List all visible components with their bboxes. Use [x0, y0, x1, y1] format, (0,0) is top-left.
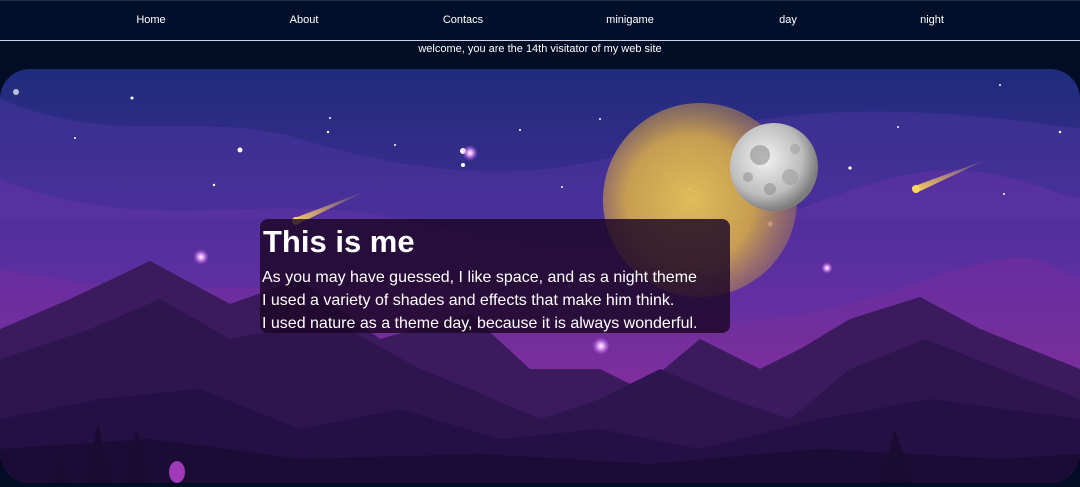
- intro-text-panel: This is me As you may have guessed, I li…: [260, 219, 730, 333]
- intro-line-2: I used a variety of shades and effects t…: [262, 292, 675, 309]
- moon-icon: [730, 123, 818, 211]
- intro-title: This is me: [263, 224, 415, 259]
- nav-minigame-link[interactable]: minigame: [606, 14, 654, 26]
- nav-about-link[interactable]: About: [290, 14, 319, 26]
- nav-home-link[interactable]: Home: [136, 14, 165, 26]
- welcome-message: welcome, you are the 14th visitator of m…: [418, 43, 662, 55]
- navbar: Home About Contacs minigame day night: [0, 0, 1080, 41]
- intro-line-1: As you may have guessed, I like space, a…: [262, 269, 697, 286]
- page-bottom-edge: [0, 483, 1080, 487]
- tree-icon: [169, 461, 185, 483]
- nav-contacs-link[interactable]: Contacs: [443, 14, 483, 26]
- intro-line-3: I used nature as a theme day, because it…: [262, 315, 698, 332]
- nav-day-link[interactable]: day: [779, 14, 797, 26]
- nav-night-link[interactable]: night: [920, 14, 944, 26]
